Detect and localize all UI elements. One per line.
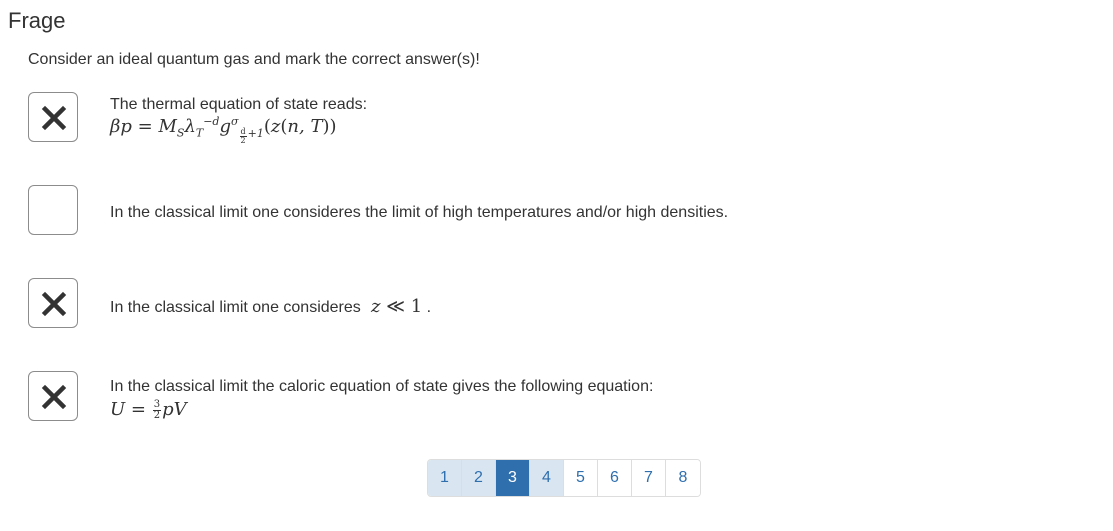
answer-4-formula: U = 3 2 pV	[110, 398, 187, 421]
x-mark-icon	[41, 384, 67, 410]
page-link-1[interactable]: 1	[428, 460, 462, 496]
page-link-3[interactable]: 3	[496, 460, 530, 496]
answer-option-1: The thermal equation of state reads: βp …	[28, 92, 1088, 144]
answer-2-checkbox[interactable]	[28, 185, 78, 235]
x-mark-icon	[41, 291, 67, 317]
answer-3-label: In the classical limit one consideres	[110, 299, 361, 316]
answer-2-text: In the classical limit one consideres th…	[110, 204, 729, 221]
page-link-7[interactable]: 7	[632, 460, 666, 496]
page-link-6[interactable]: 6	[598, 460, 632, 496]
answer-4-checkbox[interactable]	[28, 371, 78, 421]
page-title: Frage	[8, 8, 66, 33]
page-link-5[interactable]: 5	[564, 460, 598, 496]
answer-3-checkbox[interactable]	[28, 278, 78, 328]
answer-1-text: The thermal equation of state reads:	[110, 96, 368, 113]
answer-option-2: In the classical limit one consideres th…	[28, 185, 1088, 237]
answer-3-suffix: .	[426, 299, 432, 316]
answer-3-formula: z ≪ 1	[365, 296, 423, 317]
answer-option-3: In the classical limit one consideres z …	[28, 278, 1088, 330]
x-mark-icon	[41, 105, 67, 131]
question-pagination: 1 2 3 4 5 6 7 8	[427, 459, 701, 497]
page-link-8[interactable]: 8	[666, 460, 700, 496]
answer-1-checkbox[interactable]	[28, 92, 78, 142]
answer-3-text: In the classical limit one consideres z …	[110, 296, 431, 317]
answer-4-text: In the classical limit the caloric equat…	[110, 378, 654, 395]
page-link-2[interactable]: 2	[462, 460, 496, 496]
page-link-4[interactable]: 4	[530, 460, 564, 496]
answer-option-4: In the classical limit the caloric equat…	[28, 371, 1088, 423]
question-prompt: Consider an ideal quantum gas and mark t…	[28, 51, 480, 68]
answer-1-formula: βp = MSλT−dgσ d 2 +1(z(n, T))	[110, 115, 337, 145]
